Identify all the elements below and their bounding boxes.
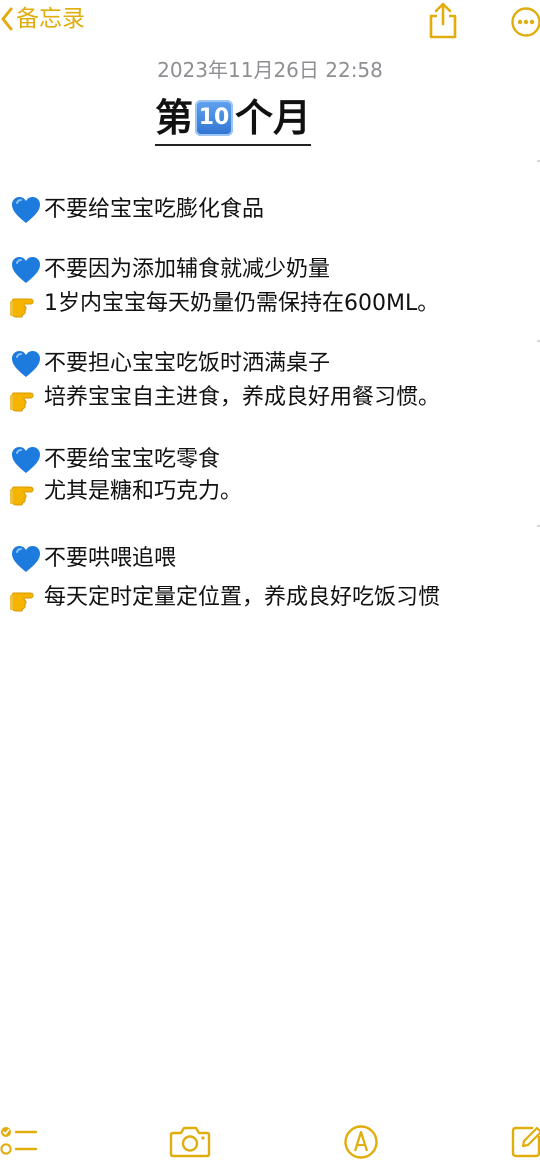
note-line-text: 不要担心宝宝吃饭时洒满桌子 [44,351,331,376]
pointing-hand-icon [10,392,34,412]
note-line: 培养宝宝自主进食，养成良好用餐习惯。 [10,382,440,414]
note-line: 尤其是糖和巧克力。 [10,476,242,508]
note-line-text: 每天定时定量定位置，养成良好吃饭习惯 [44,585,441,610]
blue-heart-icon [12,257,40,283]
pointing-hand-icon [10,486,34,506]
more-options-icon[interactable] [510,6,540,38]
note-line-text: 不要给宝宝吃零食 [44,447,221,472]
blue-heart-icon [12,197,40,223]
note-line: 不要因为添加辅食就减少奶量 [10,254,330,286]
back-button[interactable]: 备忘录 [0,4,85,34]
markup-icon[interactable] [343,1124,379,1160]
camera-icon[interactable] [169,1124,211,1158]
bottom-toolbar [0,1110,540,1170]
share-icon[interactable] [426,0,460,40]
blue-heart-icon [12,447,40,473]
note-line: 每天定时定量定位置，养成良好吃饭习惯 [10,582,440,614]
note-line-text: 不要给宝宝吃膨化食品 [44,197,265,222]
note-date: 2023年11月26日 22:58 [157,58,383,82]
title-number: 10 [198,105,230,130]
title-prefix: 第 [155,96,194,140]
note-line: 不要哄喂追喂 [10,543,176,575]
blue-heart-icon [12,351,40,377]
note-line-text: 1岁内宝宝每天奶量仍需保持在600ML。 [44,291,440,316]
compose-icon[interactable] [510,1124,540,1158]
pointing-hand-icon [10,298,34,318]
note-line-text: 尤其是糖和巧克力。 [44,479,243,504]
note-line: 不要给宝宝吃零食 [10,444,220,476]
navigation-bar: 备忘录 [0,0,540,46]
note-line-text: 不要哄喂追喂 [44,546,177,571]
blue-heart-icon [12,546,40,572]
title-suffix: 个月 [235,96,312,140]
keycap-ten-icon: 10 [195,100,234,136]
note-line: 1岁内宝宝每天奶量仍需保持在600ML。 [10,288,439,320]
note-line-text: 不要因为添加辅食就减少奶量 [44,257,331,282]
checklist-icon[interactable] [0,1124,38,1158]
chevron-left-icon [1,7,13,31]
note-title[interactable]: 第 10 个月 [155,94,312,146]
back-label: 备忘录 [16,6,85,32]
note-line: 不要担心宝宝吃饭时洒满桌子 [10,348,330,380]
pointing-hand-icon [10,592,34,612]
note-line: 不要给宝宝吃膨化食品 [10,194,264,226]
note-line-text: 培养宝宝自主进食，养成良好用餐习惯。 [44,385,441,410]
